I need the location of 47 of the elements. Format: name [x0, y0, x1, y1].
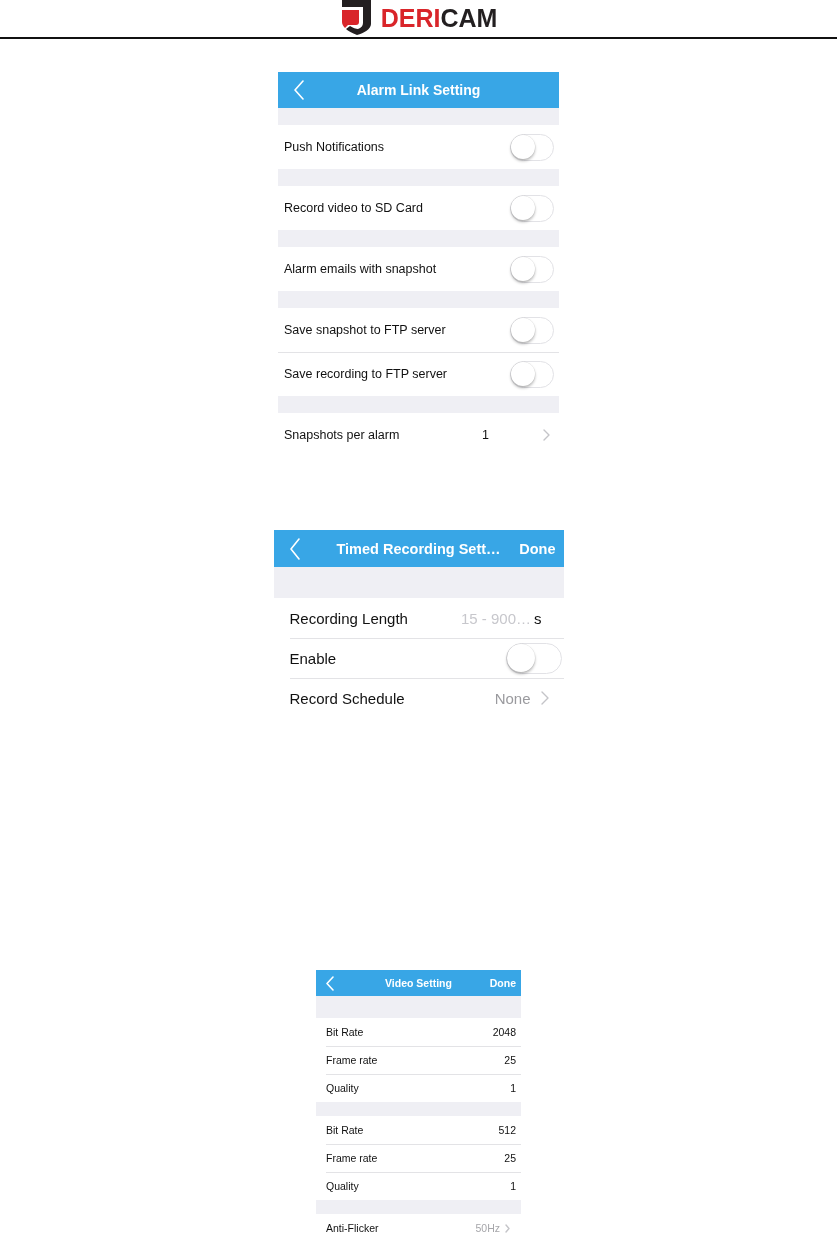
setting-label: Quality [326, 1180, 359, 1192]
setting-label: Push Notifications [284, 140, 385, 154]
screen-title: Timed Recording Sett… [336, 540, 501, 557]
setting-label: Enable [289, 649, 337, 667]
setting-value: 25 [504, 1054, 516, 1066]
setting-label: Anti-Flicker [326, 1222, 379, 1234]
setting-value: 25 [504, 1152, 516, 1164]
setting-label: Frame rate [326, 1152, 378, 1164]
chevron-right-icon [505, 1223, 510, 1233]
setting-label: Bit Rate [326, 1026, 364, 1038]
screen-title: Alarm Link Setting [356, 82, 481, 98]
settings-row[interactable]: Record Schedule None [273, 678, 564, 711]
back-icon[interactable] [326, 975, 334, 991]
toggle-switch[interactable] [510, 316, 554, 344]
setting-label: Record video to SD Card [284, 201, 423, 215]
setting-value: 1 [482, 428, 489, 442]
back-icon[interactable] [294, 80, 304, 100]
toggle-switch[interactable] [505, 642, 562, 674]
setting-label: Alarm emails with snapshot [284, 262, 437, 276]
toggle-switch[interactable] [510, 360, 554, 388]
setting-value: 1 [510, 1180, 516, 1192]
shield-logo-icon [341, 0, 371, 35]
settings-row[interactable]: Anti-Flicker 50Hz [316, 1214, 521, 1238]
brand-wordmark: DERICAM [380, 5, 498, 31]
chevron-right-icon [543, 429, 550, 441]
chevron-right-icon [540, 691, 549, 705]
settings-row[interactable]: Snapshots per alarm 1 [278, 413, 559, 449]
setting-label: Record Schedule [289, 689, 405, 707]
setting-label: Save snapshot to FTP server [284, 323, 446, 337]
setting-label: Recording Length [289, 609, 408, 627]
unit-label: s [534, 609, 542, 627]
setting-label: Bit Rate [326, 1124, 364, 1136]
toggle-switch[interactable] [510, 255, 554, 283]
setting-label: Save recording to FTP server [284, 367, 448, 381]
setting-label: Frame rate [326, 1054, 378, 1066]
toggle-switch[interactable] [510, 194, 554, 222]
setting-value: 1 [510, 1082, 516, 1094]
setting-label: Quality [326, 1082, 359, 1094]
setting-value: 512 [498, 1124, 516, 1136]
setting-label: Snapshots per alarm [284, 428, 400, 442]
setting-value: 50Hz [475, 1222, 500, 1234]
back-icon[interactable] [289, 537, 300, 560]
input-field[interactable]: 15 - 900… [459, 609, 531, 627]
toggle-switch[interactable] [510, 133, 554, 161]
setting-value: None [494, 689, 531, 707]
setting-value: 2048 [492, 1026, 516, 1038]
screen-title: Video Setting [385, 977, 452, 989]
